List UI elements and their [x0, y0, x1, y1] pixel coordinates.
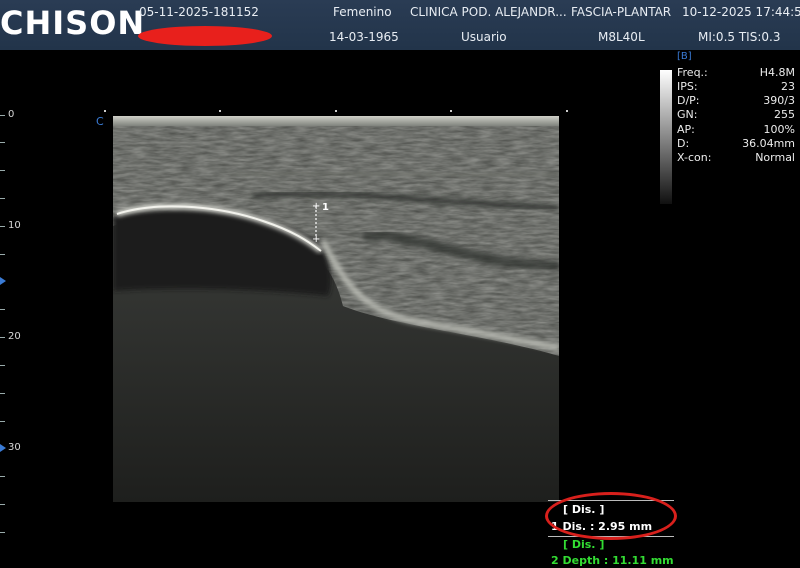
focus-marker-icon — [0, 277, 6, 285]
param-mode-tag: [B] — [677, 51, 692, 62]
param-value: 100% — [763, 123, 795, 136]
param-row: D/P: 390/3 — [677, 94, 795, 108]
ultrasound-image[interactable]: + + — [113, 116, 559, 502]
patient-birth-date: 14-03-1965 — [329, 30, 399, 44]
scale-tick — [0, 504, 5, 505]
scale-tick — [0, 170, 5, 171]
lateral-dot — [450, 110, 452, 112]
safety-indices: MI:0.5 TIS:0.3 — [698, 30, 781, 44]
depth-label-0: 0 — [8, 109, 15, 120]
scale-tick — [0, 337, 5, 338]
param-key: AP: — [677, 123, 695, 136]
scale-tick — [0, 254, 5, 255]
param-row: IPS: 23 — [677, 80, 795, 94]
exam-preset: FASCIA-PLANTAR — [571, 5, 672, 19]
svg-text:+: + — [312, 234, 320, 245]
header-bar: CHISON 05-11-2025-181152 Femenino 14-03-… — [0, 0, 800, 50]
param-row: GN: 255 — [677, 108, 795, 122]
param-value: 36.04mm — [742, 137, 795, 150]
exam-id: 05-11-2025-181152 — [139, 5, 259, 19]
ultrasound-texture: + + — [113, 116, 559, 502]
depth-label-20: 20 — [8, 331, 21, 342]
redaction-mark — [138, 26, 272, 46]
scale-tick — [0, 226, 5, 227]
param-value: H4.8M — [759, 66, 795, 79]
scale-tick — [0, 421, 5, 422]
scale-tick — [0, 476, 5, 477]
param-key: D: — [677, 137, 690, 150]
patient-sex: Femenino — [333, 5, 392, 19]
user-name: Usuario — [461, 30, 507, 44]
param-key: X-con: — [677, 151, 712, 164]
param-row: X-con: Normal — [677, 151, 795, 165]
exam-datetime: 10-12-2025 17:44:51 — [682, 5, 800, 19]
param-key: GN: — [677, 108, 698, 121]
depth-label-10: 10 — [8, 220, 21, 231]
param-value: 255 — [774, 108, 795, 121]
orientation-marker: C — [96, 115, 104, 128]
focus-marker-icon — [0, 444, 6, 452]
param-row: Freq.: H4.8M — [677, 66, 795, 80]
highlight-circle — [545, 492, 677, 540]
param-value: 23 — [781, 80, 795, 93]
depth-label-30: 30 — [8, 442, 21, 453]
lateral-dot — [219, 110, 221, 112]
measurement-2-value: 2 Depth : 11.11 mm — [551, 554, 674, 567]
scale-tick — [0, 365, 5, 366]
param-key: Freq.: — [677, 66, 708, 79]
probe-model: M8L40L — [598, 30, 645, 44]
scale-tick — [0, 393, 5, 394]
brand-logo: CHISON — [0, 4, 146, 42]
scale-tick — [0, 309, 5, 310]
svg-text:+: + — [312, 201, 320, 212]
scale-tick — [0, 198, 5, 199]
measurement-2-title: [ Dis. ] — [563, 538, 605, 551]
param-value: 390/3 — [763, 94, 795, 107]
param-row: D: 36.04mm — [677, 137, 795, 151]
scale-tick — [0, 532, 5, 533]
lateral-dot — [566, 110, 568, 112]
clinic-name: CLINICA POD. ALEJANDR... — [410, 5, 567, 19]
lateral-dot — [104, 110, 106, 112]
grayscale-bar — [660, 70, 672, 204]
scale-tick — [0, 142, 5, 143]
caliper-label: 1 — [322, 202, 329, 213]
param-key: IPS: — [677, 80, 698, 93]
param-key: D/P: — [677, 94, 700, 107]
param-value: Normal — [755, 151, 795, 164]
scale-tick — [0, 115, 5, 116]
lateral-dot — [335, 110, 337, 112]
param-row: AP: 100% — [677, 123, 795, 137]
